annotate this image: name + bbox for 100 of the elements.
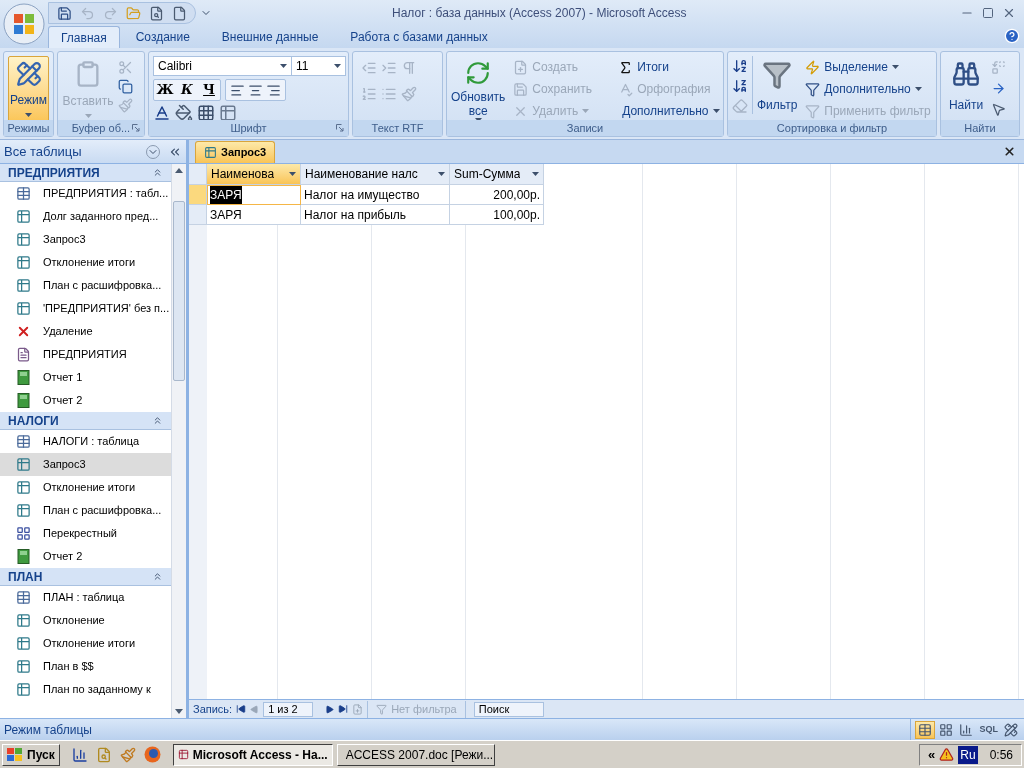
nav-item[interactable]: ПРЕДПРИЯТИЯ : табл... — [0, 182, 171, 205]
align-center-icon[interactable] — [248, 82, 263, 98]
refresh-all-button[interactable]: Обновить все — [451, 56, 506, 122]
column-header[interactable]: Sum-Сумма — [450, 164, 544, 185]
font-style-button[interactable]: Ч — [198, 80, 220, 100]
last-record-icon[interactable] — [338, 704, 349, 714]
ribbon-command[interactable]: Итоги — [614, 56, 719, 78]
nav-group-header[interactable]: ПЛАН — [0, 568, 171, 586]
nav-item[interactable]: ПЛАН : таблица — [0, 586, 171, 609]
nav-item[interactable]: Запрос3 — [0, 228, 171, 251]
query-icon — [16, 682, 31, 697]
document-tab[interactable]: Запрос3 — [195, 141, 276, 163]
caret-icon — [438, 172, 445, 176]
view-button[interactable] — [915, 720, 936, 739]
nav-item[interactable]: План в $$ — [0, 655, 171, 678]
nav-item[interactable]: Отчет 2 — [0, 389, 171, 412]
nav-item[interactable]: ПРЕДПРИЯТИЯ — [0, 343, 171, 366]
align-right-icon[interactable] — [266, 82, 281, 98]
find-button[interactable]: Найти — [945, 56, 987, 122]
close-icon[interactable] — [1002, 6, 1016, 20]
help-icon[interactable] — [1004, 28, 1020, 44]
nav-item[interactable]: Долг заданного пред... — [0, 205, 171, 228]
nav-item[interactable]: План с расшифровка... — [0, 499, 171, 522]
nav-pane-header[interactable]: Все таблицы — [0, 140, 186, 164]
align-left-icon[interactable] — [230, 82, 245, 98]
show-hidden-icons-button[interactable]: « — [928, 744, 936, 765]
view-button[interactable]: SQL — [977, 720, 1000, 739]
dialog-launcher-icon[interactable] — [132, 124, 140, 132]
nav-item[interactable]: НАЛОГИ : таблица — [0, 430, 171, 453]
gridlines-icon[interactable] — [197, 104, 215, 122]
caret-icon — [914, 87, 922, 91]
taskbar-button[interactable]: Microsoft Access - На... — [172, 743, 333, 766]
scroll-down-icon[interactable] — [175, 709, 183, 714]
collapse-icon — [152, 571, 163, 582]
ribbon-tab[interactable]: Главная — [48, 26, 120, 48]
view-button[interactable] — [1002, 720, 1020, 739]
go-to-icon[interactable] — [991, 81, 1006, 96]
ribbon-tab[interactable]: Работа с базами данных — [338, 26, 500, 48]
group-label: Шрифт — [230, 120, 267, 136]
close-icon[interactable] — [1003, 145, 1016, 158]
ribbon-command[interactable]: Дополнительно — [614, 100, 719, 122]
font-name-combo[interactable]: Calibri — [153, 56, 292, 76]
nav-item[interactable]: Отклонение — [0, 609, 171, 632]
ribbon-command[interactable]: Дополнительно — [801, 78, 935, 100]
save-icon[interactable] — [57, 5, 72, 21]
nav-item[interactable]: Отчет 2 — [0, 545, 171, 568]
maximize-icon[interactable] — [982, 7, 994, 19]
sort-descending-icon[interactable] — [732, 78, 748, 94]
nav-item[interactable]: Отклонение итоги — [0, 476, 171, 499]
font-color-icon[interactable] — [153, 104, 171, 122]
ribbon-command[interactable]: Выделение — [801, 56, 935, 78]
start-button[interactable]: Пуск — [2, 743, 60, 766]
warning-icon[interactable] — [939, 747, 955, 762]
table-cell-text: Налог на имущество — [304, 186, 420, 204]
report-icon — [17, 393, 30, 408]
fill-color-icon[interactable] — [175, 104, 193, 122]
scrollbar[interactable] — [171, 164, 186, 718]
next-record-icon[interactable] — [325, 704, 335, 714]
record-position-field[interactable]: 1 из 2 — [263, 701, 314, 717]
first-record-icon[interactable] — [236, 704, 247, 714]
chart-icon[interactable] — [71, 746, 88, 763]
nav-item[interactable]: Запрос3 — [0, 453, 171, 476]
window-title: Налог : база данных (Access 2007) - Microsoft Access — [392, 5, 687, 22]
table-cell-text: Налог на прибыль — [304, 206, 407, 224]
copy-icon[interactable] — [118, 79, 133, 94]
ribbon-tab[interactable]: Внешние данные — [209, 26, 331, 48]
nav-item[interactable]: Отчет 1 — [0, 366, 171, 389]
font-size-combo[interactable]: 11 — [292, 56, 346, 76]
nav-group-header[interactable]: НАЛОГИ — [0, 412, 171, 430]
language-indicator[interactable]: Ru — [958, 745, 978, 764]
dialog-launcher-icon[interactable] — [336, 124, 344, 132]
ribbon-tab[interactable]: Создание — [123, 26, 202, 48]
scroll-up-icon[interactable] — [175, 168, 183, 173]
scroll-thumb[interactable] — [173, 201, 185, 381]
filter-icon — [805, 103, 821, 119]
column-header[interactable]: Наименование налс — [301, 164, 450, 185]
filter-button[interactable]: Фильтр — [757, 56, 798, 122]
ruler-pencil-icon — [15, 61, 42, 87]
print-preview-icon[interactable] — [149, 5, 164, 21]
select-pointer-icon[interactable] — [991, 102, 1006, 117]
new-document-icon[interactable] — [172, 5, 187, 21]
group-label: Найти — [964, 120, 996, 136]
nav-item[interactable]: План по заданному к — [0, 678, 171, 701]
nav-item[interactable]: Перекрестный — [0, 522, 171, 545]
nav-group-header[interactable]: ПРЕДПРИЯТИЯ — [0, 164, 171, 182]
brush-icon[interactable] — [119, 746, 136, 763]
office-button[interactable] — [3, 3, 45, 45]
nav-item[interactable]: 'ПРЕДПРИЯТИЯ' без п... — [0, 297, 171, 320]
column-header[interactable]: Наименова — [207, 164, 301, 185]
view-mode-button[interactable]: Режим — [8, 56, 49, 122]
delete-icon — [16, 324, 31, 339]
nav-item[interactable]: Отклонение итоги — [0, 632, 171, 655]
nav-item[interactable]: Отклонение итоги — [0, 251, 171, 274]
nav-item[interactable]: Удаление — [0, 320, 171, 343]
sort-ascending-icon[interactable] — [732, 58, 748, 74]
search-field[interactable]: Поиск — [473, 701, 544, 717]
taskbar-button[interactable]: ACCESS 2007.doc [Режи... — [336, 743, 495, 766]
font-style-button[interactable]: Ж — [154, 80, 176, 100]
nav-item[interactable]: План с расшифровка... — [0, 274, 171, 297]
font-style-button[interactable]: К — [176, 80, 198, 100]
